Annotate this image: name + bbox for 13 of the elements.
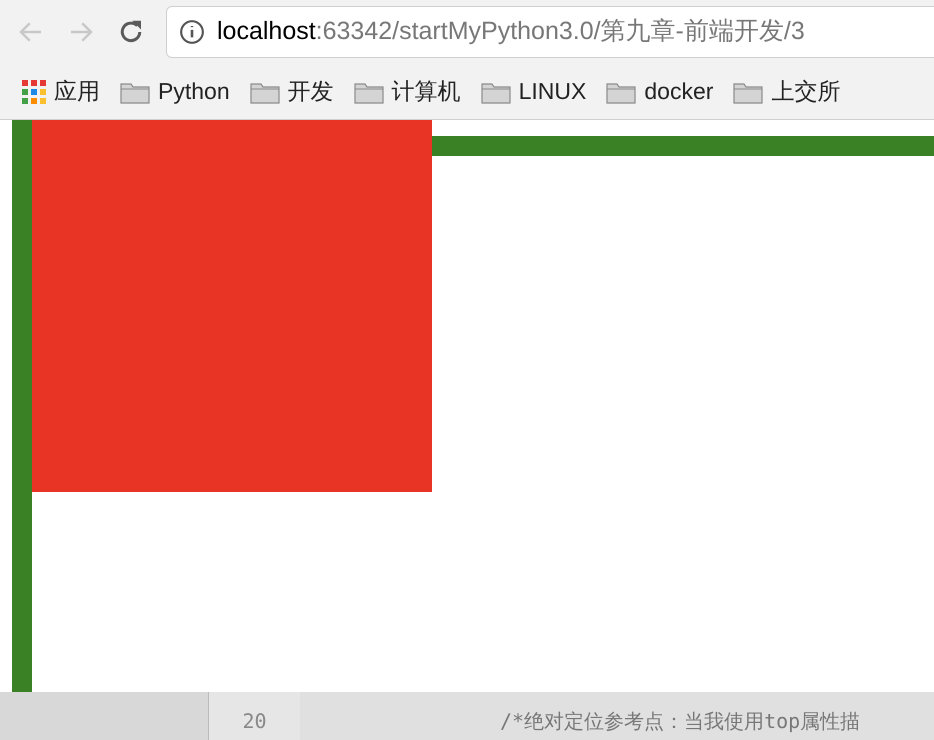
bookmark[interactable]: LINUX	[480, 74, 586, 109]
bookmark[interactable]: 应用	[22, 74, 100, 109]
url-text: localhost:63342/startMyPython3.0/第九章-前端开发/3	[217, 16, 805, 48]
bookmark[interactable]: Python	[120, 74, 230, 109]
bookmark[interactable]: 开发	[250, 74, 334, 109]
apps-grid-icon	[22, 80, 46, 104]
address-bar[interactable]: localhost:63342/startMyPython3.0/第九章-前端开发/3	[166, 6, 934, 58]
bookmark[interactable]: 计算机	[354, 74, 461, 109]
code-comment: /*绝对定位参考点：当我使用top属性描	[500, 708, 860, 735]
info-icon	[179, 19, 205, 45]
bookmark[interactable]: docker	[606, 74, 714, 109]
line-number: 20	[242, 708, 267, 735]
bookmark[interactable]: 上交所	[733, 74, 840, 109]
